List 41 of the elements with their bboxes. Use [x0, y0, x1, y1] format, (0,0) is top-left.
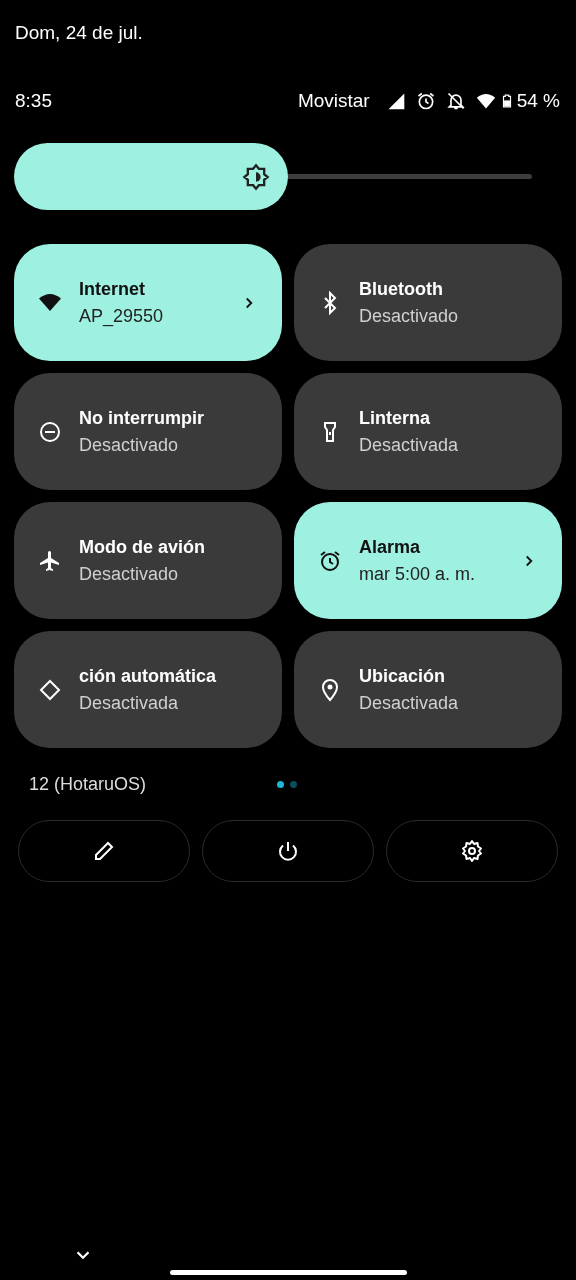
- tile-status: Desactivado: [79, 434, 180, 456]
- tile-status: Desactivado: [359, 305, 460, 327]
- tile-title: No interrumpir: [79, 407, 205, 429]
- carrier-text: Movistar: [297, 90, 370, 112]
- settings-icon: [460, 839, 484, 863]
- bell-off-icon: [445, 91, 466, 111]
- clock-text: 8:35: [15, 90, 52, 112]
- brightness-icon: [242, 162, 270, 191]
- tile-status: AP_29550: [79, 305, 165, 327]
- quick-settings-tile[interactable]: Linterna Desactivada: [294, 373, 562, 490]
- quick-settings-tile[interactable]: Internet AP_29550: [14, 244, 282, 361]
- power-icon: [276, 839, 300, 863]
- airplane-icon: [38, 548, 62, 573]
- battery-text: 54 %: [516, 90, 560, 112]
- tile-status: Desactivada: [359, 434, 460, 456]
- date-text: Dom, 24 de jul.: [15, 22, 143, 44]
- tile-title: Alarma: [359, 536, 422, 558]
- build-text: 12 (HotaruOS): [29, 773, 148, 795]
- quick-settings-tile[interactable]: Modo de avión Desactivado: [14, 502, 282, 619]
- quick-settings-tile[interactable]: ción automática Desactivada: [14, 631, 282, 748]
- tile-title: Internet: [79, 278, 146, 300]
- minus-circle-icon: [38, 419, 62, 444]
- wifi-icon: [475, 91, 496, 111]
- tile-title: Linterna: [359, 407, 431, 429]
- tile-title: Ubicación: [359, 665, 447, 687]
- tile-title: ción automática: [79, 665, 218, 687]
- tile-status: Desactivada: [79, 692, 180, 714]
- quick-settings-tile[interactable]: Ubicación Desactivada: [294, 631, 562, 748]
- tile-status: mar 5:00 a. m.: [359, 563, 477, 585]
- tile-title: Modo de avión: [79, 536, 206, 558]
- quick-settings-tile[interactable]: No interrumpir Desactivado: [14, 373, 282, 490]
- tile-status: Desactivada: [359, 692, 460, 714]
- page-dot[interactable]: [277, 780, 284, 788]
- quick-settings-tile[interactable]: Bluetooth Desactivado: [294, 244, 562, 361]
- alarm-icon: [318, 548, 342, 573]
- page-dot[interactable]: [290, 780, 297, 788]
- quick-settings-tile[interactable]: Alarma mar 5:00 a. m.: [294, 502, 562, 619]
- tile-status: Desactivado: [79, 563, 180, 585]
- tile-title: Bluetooth: [359, 278, 444, 300]
- edit-icon: [92, 839, 116, 863]
- alarm-icon: [415, 91, 436, 111]
